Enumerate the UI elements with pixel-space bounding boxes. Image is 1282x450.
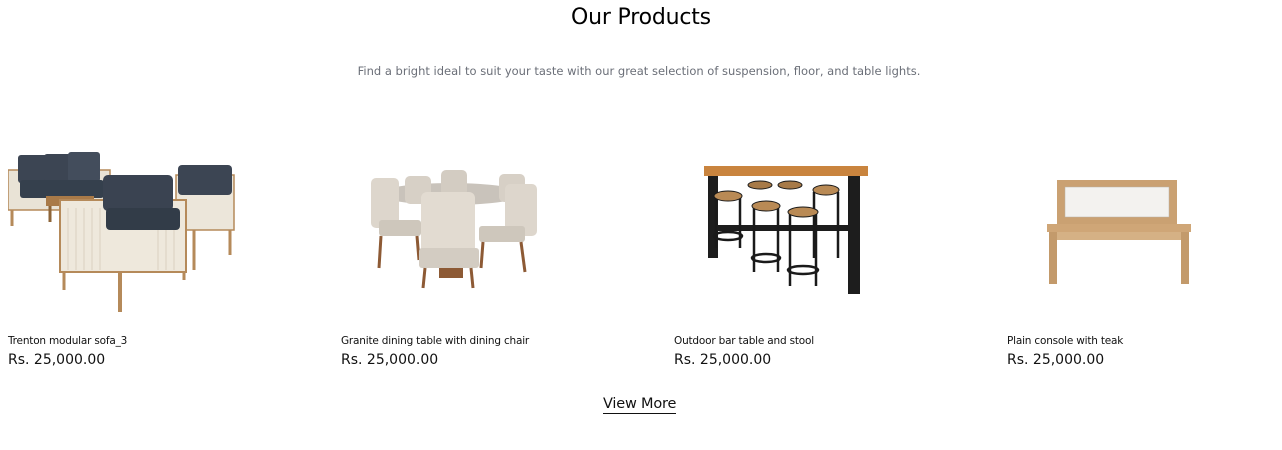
product-price: Rs. 25,000.00 — [1007, 352, 1105, 368]
product-image-dining[interactable] — [341, 130, 641, 320]
section-title: Our Products — [571, 5, 711, 30]
product-name[interactable]: Outdoor bar table and stool — [674, 335, 814, 347]
view-more-link[interactable]: View More — [603, 396, 676, 414]
product-name[interactable]: Trenton modular sofa_3 — [8, 335, 127, 347]
bar-table-image — [704, 166, 868, 294]
sofa-set-image — [8, 152, 235, 312]
product-grid: Trenton modular sofa_3 Rs. 25,000.00 Gra… — [8, 130, 1278, 380]
product-card-bar[interactable]: Outdoor bar table and stool Rs. 25,000.0… — [674, 130, 974, 375]
product-image-console[interactable] — [1007, 130, 1282, 320]
product-price: Rs. 25,000.00 — [674, 352, 772, 368]
product-image-bar[interactable] — [674, 130, 974, 320]
console-table-image — [1047, 180, 1191, 284]
product-card-console[interactable]: Plain console with teak Rs. 25,000.00 — [1007, 130, 1282, 375]
product-name[interactable]: Plain console with teak — [1007, 335, 1123, 347]
product-card-sofa[interactable]: Trenton modular sofa_3 Rs. 25,000.00 — [8, 130, 308, 375]
product-name[interactable]: Granite dining table with dining chair — [341, 335, 529, 347]
product-price: Rs. 25,000.00 — [341, 352, 439, 368]
product-card-dining[interactable]: Granite dining table with dining chair R… — [341, 130, 641, 375]
product-price: Rs. 25,000.00 — [8, 352, 106, 368]
section-subtitle: Find a bright ideal to suit your taste w… — [357, 64, 921, 78]
dining-set-image — [371, 170, 537, 289]
product-image-sofa[interactable] — [8, 130, 308, 320]
